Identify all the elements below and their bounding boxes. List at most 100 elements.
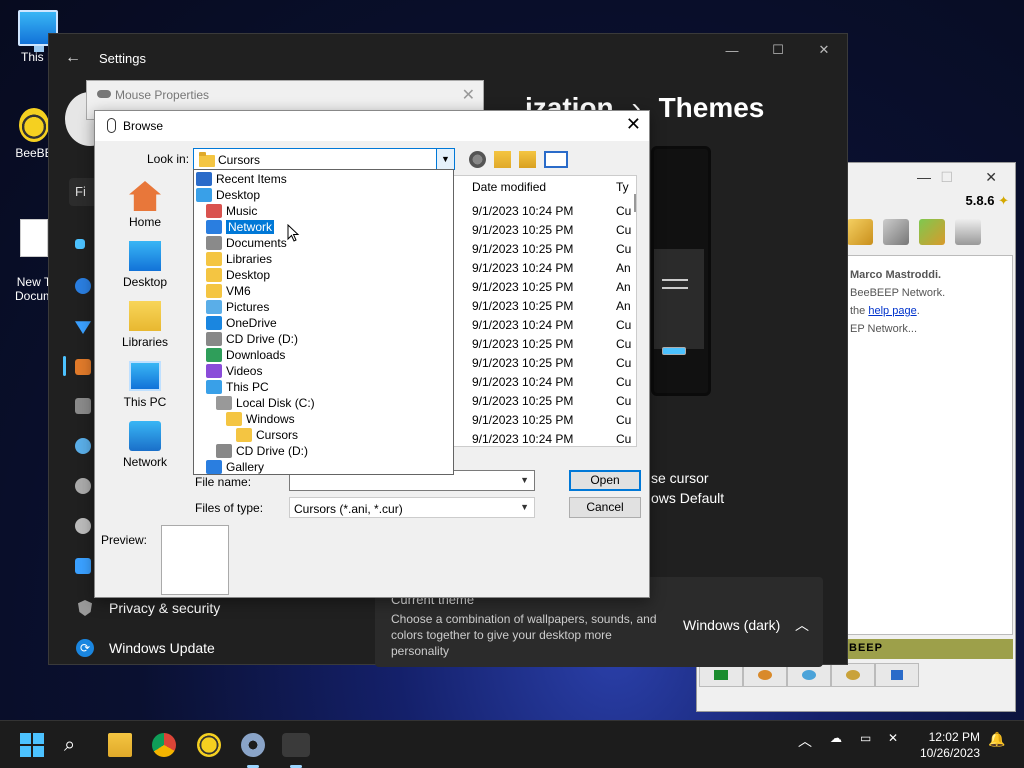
tab-network-icon[interactable] [831, 663, 875, 687]
personalization-brush-icon[interactable] [75, 359, 91, 375]
file-list[interactable]: Date modified Ty 9/1/2023 10:24 PM Cu 9/1/… [453, 175, 637, 447]
clock[interactable]: 12:02 PM 10/26/2023 [920, 729, 980, 761]
dropdown-item[interactable]: OneDrive [206, 315, 277, 331]
table-row-date[interactable]: 9/1/2023 10:25 PM [472, 356, 573, 370]
edit-icon[interactable] [847, 219, 873, 245]
look-in-combo[interactable]: Cursors ▼ [193, 148, 455, 170]
documents-icon [206, 236, 222, 250]
dropdown-item[interactable]: Recent Items [196, 171, 287, 187]
minimize-icon[interactable]: — [709, 34, 755, 66]
onedrive-tray-icon[interactable]: ☁ [830, 731, 842, 745]
sidebar-item-windows-update[interactable]: ⟳ Windows Update [75, 638, 215, 658]
accessibility-icon[interactable] [75, 558, 91, 574]
start-windows-icon[interactable] [20, 733, 44, 757]
gaming-icon[interactable] [75, 518, 91, 534]
table-row-date[interactable]: 9/1/2023 10:25 PM [472, 394, 573, 408]
system-icon[interactable] [75, 239, 85, 249]
chevron-down-icon[interactable]: ▼ [436, 149, 454, 169]
onedrive-icon [206, 316, 222, 330]
dropdown-item[interactable]: Desktop [206, 267, 270, 283]
maximize-icon[interactable]: ☐ [940, 169, 953, 186]
minimize-icon[interactable]: — [917, 169, 931, 185]
table-row-date[interactable]: 9/1/2023 10:25 PM [472, 280, 573, 294]
notification-bell-icon[interactable]: 🔔 [988, 731, 1005, 748]
close-icon[interactable]: ✕ [801, 34, 847, 66]
dropdown-item[interactable]: Cursors [236, 427, 298, 443]
dropdown-item[interactable]: Windows [226, 411, 295, 427]
dropdown-item[interactable]: Videos [206, 363, 262, 379]
place-this-pc[interactable]: This PC [99, 361, 191, 409]
table-row-date[interactable]: 9/1/2023 10:24 PM [472, 261, 573, 275]
sidebar-item-privacy-security[interactable]: Privacy & security [75, 598, 220, 618]
maximize-icon[interactable]: ☐ [755, 34, 801, 66]
close-icon[interactable]: ✕ [626, 114, 641, 135]
theme-preview-line [662, 279, 688, 281]
open-button[interactable]: Open [569, 470, 641, 491]
dropdown-item[interactable]: Local Disk (C:) [216, 395, 315, 411]
time-language-icon[interactable] [75, 478, 91, 494]
close-icon[interactable]: ✕ [985, 169, 997, 186]
up-folder-icon[interactable] [494, 151, 511, 168]
share-icon[interactable] [919, 219, 945, 245]
dropdown-item[interactable]: CD Drive (D:) [216, 443, 308, 459]
place-network[interactable]: Network [99, 421, 191, 469]
dropdown-item[interactable]: Documents [206, 235, 287, 251]
taskbar: ⌕ ︿ ☁ ▭ ✕ 12:02 PM 10/26/2023 🔔 [0, 720, 1024, 768]
chevron-down-icon[interactable]: ▼ [520, 502, 529, 512]
scrollbar-thumb[interactable] [634, 194, 636, 212]
file-explorer-icon[interactable] [108, 733, 132, 757]
chevron-up-icon[interactable]: ︿ [798, 731, 812, 751]
dropdown-item[interactable]: Downloads [206, 347, 285, 363]
place-label: Desktop [122, 275, 168, 289]
settings-gear-icon[interactable] [241, 733, 265, 757]
bluetooth-icon[interactable] [75, 278, 91, 294]
dropdown-item[interactable]: Network [206, 219, 276, 235]
dropdown-item[interactable]: Libraries [206, 251, 272, 267]
back-icon[interactable] [469, 151, 486, 168]
new-folder-icon[interactable] [519, 151, 536, 168]
table-row-date[interactable]: 9/1/2023 10:24 PM [472, 318, 573, 332]
volume-muted-icon[interactable]: ✕ [888, 731, 898, 745]
look-in-label: Look in: [147, 152, 190, 166]
table-row-date[interactable]: 9/1/2023 10:25 PM [472, 242, 573, 256]
network-wifi-icon[interactable] [75, 321, 91, 334]
chevron-up-icon[interactable]: ︿ [795, 615, 809, 635]
dropdown-item[interactable]: Gallery [206, 459, 264, 475]
trash-icon[interactable] [955, 219, 981, 245]
close-icon[interactable]: ✕ [462, 85, 475, 105]
help-page-link[interactable]: help page [868, 305, 916, 317]
dropdown-item[interactable]: Pictures [206, 299, 269, 315]
table-row-date[interactable]: 9/1/2023 10:25 PM [472, 337, 573, 351]
tab-log-icon[interactable] [875, 663, 919, 687]
chevron-down-icon[interactable]: ▼ [520, 475, 529, 485]
dropdown-item[interactable]: VM6 [206, 283, 251, 299]
files-of-type-select[interactable]: Cursors (*.ani, *.cur) ▼ [289, 497, 535, 518]
table-row-date[interactable]: 9/1/2023 10:24 PM [472, 204, 573, 218]
table-row-date[interactable]: 9/1/2023 10:24 PM [472, 375, 573, 389]
table-row-date[interactable]: 9/1/2023 10:25 PM [472, 223, 573, 237]
dropdown-item[interactable]: This PC [206, 379, 269, 395]
mouse-properties-taskbar-icon[interactable] [282, 733, 310, 757]
apps-icon[interactable] [75, 398, 91, 414]
dropdown-item[interactable]: Desktop [196, 187, 260, 203]
dropdown-item[interactable]: CD Drive (D:) [206, 331, 298, 347]
dropdown-item[interactable]: Music [206, 203, 257, 219]
accounts-icon[interactable] [75, 438, 91, 454]
display-tray-icon[interactable]: ▭ [860, 731, 871, 745]
cancel-button[interactable]: Cancel [569, 497, 641, 518]
chrome-icon[interactable] [152, 733, 176, 757]
place-libraries[interactable]: Libraries [99, 301, 191, 349]
column-header-type[interactable]: Ty [616, 180, 629, 200]
beebeep-icon[interactable] [197, 733, 221, 757]
view-menu-icon[interactable] [544, 151, 568, 168]
place-home[interactable]: Home [99, 181, 191, 229]
back-arrow-icon[interactable]: ← [65, 49, 85, 67]
table-row-date[interactable]: 9/1/2023 10:24 PM [472, 432, 573, 446]
table-row-date[interactable]: 9/1/2023 10:25 PM [472, 413, 573, 427]
table-row-date[interactable]: 9/1/2023 10:25 PM [472, 299, 573, 313]
place-desktop[interactable]: Desktop [99, 241, 191, 289]
look-in-dropdown[interactable]: Recent Items Desktop Music Network Documents… [193, 169, 454, 475]
search-icon[interactable]: ⌕ [64, 733, 88, 757]
column-header-date[interactable]: Date modified [472, 180, 546, 200]
tools-icon[interactable] [883, 219, 909, 245]
